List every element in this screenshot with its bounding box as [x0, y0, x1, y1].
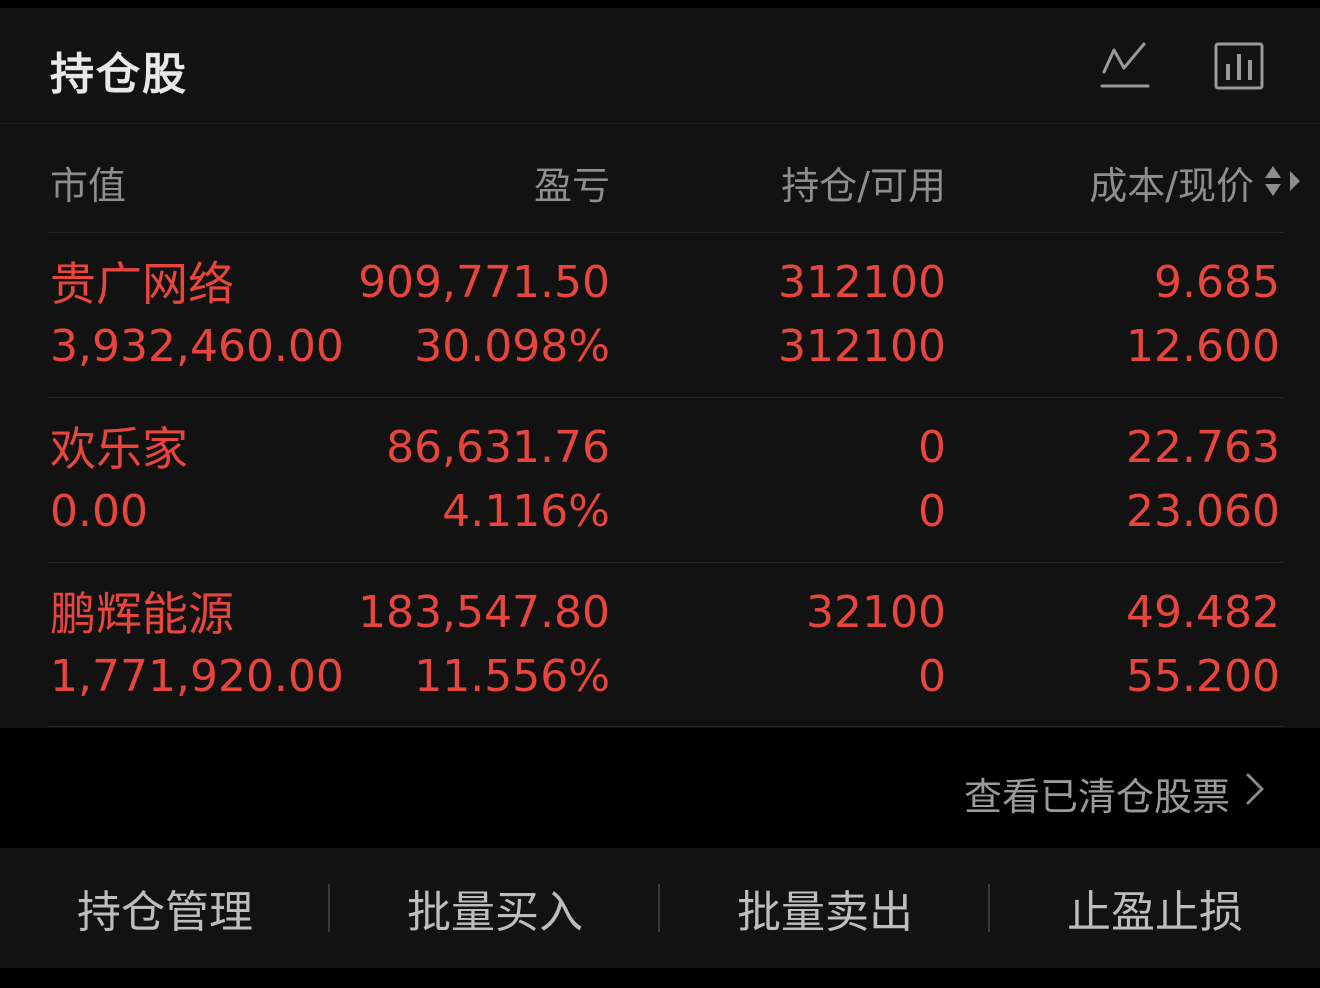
cost-price: 22.763	[1126, 422, 1280, 473]
link-label: 查看已清仓股票	[963, 775, 1230, 819]
market-value: 1,771,920.00	[50, 651, 344, 702]
col-cost-price[interactable]: 成本/现价	[1089, 155, 1254, 210]
cleared-stocks-area: 查看已清仓股票	[0, 728, 1320, 848]
col-position: 持仓/可用	[781, 164, 946, 208]
pnl-percent: 30.098%	[414, 321, 610, 372]
cost-price: 9.685	[1154, 257, 1280, 308]
stop-profit-loss-button[interactable]: 止盈止损	[990, 848, 1320, 968]
stock-name: 鹏辉能源	[50, 587, 234, 641]
divider	[48, 726, 1284, 727]
pnl-amount: 86,631.76	[386, 422, 610, 473]
cost-price: 49.482	[1126, 587, 1280, 638]
position-qty: 32100	[806, 587, 946, 638]
chevron-right-icon	[1244, 771, 1266, 816]
view-cleared-stocks-link[interactable]: 查看已清仓股票	[964, 766, 1266, 821]
table-row[interactable]: 贵广网络 3,932,460.00 909,771.50 30.098% 312…	[0, 233, 1320, 397]
pnl-percent: 4.116%	[442, 486, 610, 537]
available-qty: 0	[918, 651, 946, 702]
bottom-strip	[0, 968, 1320, 988]
table-row[interactable]: 欢乐家 0.00 86,631.76 4.116% 0 0 22.763 23.…	[0, 398, 1320, 562]
current-price: 12.600	[1126, 321, 1280, 372]
header: 持仓股	[0, 8, 1320, 124]
batch-buy-button[interactable]: 批量买入	[330, 848, 660, 968]
stock-name: 贵广网络	[50, 257, 234, 311]
current-price: 55.200	[1126, 651, 1280, 702]
market-value: 3,932,460.00	[50, 321, 344, 372]
stock-name: 欢乐家	[50, 422, 188, 476]
current-price: 23.060	[1126, 486, 1280, 537]
table-header: 市值 盈亏 持仓/可用 成本/现价	[0, 125, 1320, 233]
batch-sell-button[interactable]: 批量卖出	[660, 848, 990, 968]
position-management-button[interactable]: 持仓管理	[0, 848, 330, 968]
pnl-percent: 11.556%	[414, 651, 610, 702]
pnl-amount: 183,547.80	[358, 587, 610, 638]
position-qty: 0	[918, 422, 946, 473]
action-toolbar: 持仓管理 批量买入 批量卖出 止盈止损	[0, 848, 1320, 968]
col-pnl: 盈亏	[533, 164, 610, 208]
market-value: 0.00	[50, 486, 148, 537]
available-qty: 312100	[778, 321, 946, 372]
holdings-screen: 持仓股 市值 盈亏 持仓/可用 成本/现价 贵广网络 3,932,460.00 …	[0, 0, 1320, 988]
col-market-value: 市值	[50, 164, 127, 208]
table-row[interactable]: 鹏辉能源 1,771,920.00 183,547.80 11.556% 321…	[0, 563, 1320, 727]
available-qty: 0	[918, 486, 946, 537]
sort-icon[interactable]	[1262, 161, 1304, 205]
pnl-amount: 909,771.50	[358, 257, 610, 308]
page-title: 持仓股	[50, 49, 188, 100]
line-chart-icon[interactable]	[1098, 38, 1154, 94]
bar-chart-icon[interactable]	[1212, 38, 1268, 94]
position-qty: 312100	[778, 257, 946, 308]
